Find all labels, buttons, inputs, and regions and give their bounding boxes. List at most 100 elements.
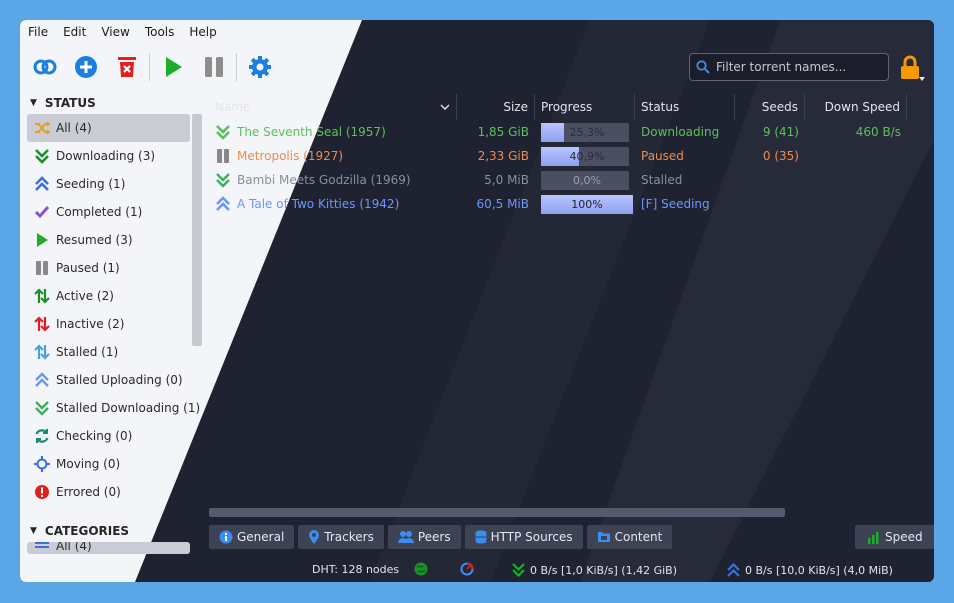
plus-circle-icon (75, 56, 97, 78)
menu-edit[interactable]: Edit (63, 25, 95, 39)
pause-icon (215, 148, 231, 164)
peers-icon (397, 530, 414, 544)
cell-name: Metropolis (1927) (209, 144, 457, 168)
seeding-icon (34, 176, 50, 192)
column-header-size[interactable]: Size (457, 94, 535, 120)
sidebar-item-label: Paused (1) (56, 261, 120, 275)
categories-section-title: CATEGORIES (44, 524, 130, 538)
cell-size: 5,0 MiB (484, 173, 529, 187)
location-pin-icon (308, 530, 320, 544)
column-header-name[interactable]: Name (209, 94, 457, 120)
sidebar-item-label: Completed (1) (56, 205, 143, 219)
status-section-header[interactable]: ▼ STATUS (20, 92, 206, 114)
cell-name: The Seventh Seal (1957) (209, 120, 457, 144)
sidebar-item-inactive[interactable]: Inactive (2) (20, 310, 206, 338)
category-item-all[interactable]: All (4) (27, 542, 190, 554)
tab-speed[interactable]: Speed (855, 525, 934, 549)
column-header-status[interactable]: Status (635, 94, 735, 120)
sidebar-item-label: Inactive (2) (56, 317, 125, 331)
sidebar-item-checking[interactable]: Checking (0) (20, 422, 206, 450)
table-row[interactable]: The Seventh Seal (1957) 1,85 GiB 25,3% D… (209, 120, 929, 144)
upload-arrow-icon (727, 563, 740, 577)
cell-size: 1,85 GiB (477, 125, 529, 139)
table-horizontal-scrollbar[interactable] (209, 508, 785, 517)
toolbar-separator (236, 53, 237, 81)
cell-progress: 0,0% (535, 168, 635, 192)
upload-speed: 0 B/s [10,0 KiB/s] (4,0 MiB) (727, 563, 893, 577)
column-header-down-speed[interactable]: Down Speed (805, 94, 907, 120)
sidebar-item-stalled-uploading[interactable]: Stalled Uploading (0) (20, 366, 206, 394)
sidebar-item-label: All (4) (56, 121, 92, 135)
menu-bar: File Edit View Tools Help (20, 20, 232, 44)
sidebar-item-stalled[interactable]: Stalled (1) (20, 338, 206, 366)
tab-peers[interactable]: Peers (387, 525, 461, 549)
table-row[interactable]: Metropolis (1927) 2,33 GiB 40,9% Paused … (209, 144, 929, 168)
progress-bar: 100% (541, 194, 633, 214)
cell-down-speed (805, 168, 907, 192)
download-speed: 0 B/s [1,0 KiB/s] (1,42 GiB) (512, 563, 677, 577)
delete-button[interactable] (110, 50, 144, 84)
toolbar (28, 50, 284, 84)
downloading-icon (34, 148, 50, 164)
cell-status: Stalled (641, 173, 683, 187)
add-torrent-button[interactable] (69, 50, 103, 84)
sidebar-item-moving[interactable]: Moving (0) (20, 450, 206, 478)
add-link-button[interactable] (28, 50, 62, 84)
sidebar-item-all[interactable]: All (4) (27, 114, 190, 142)
seeding-icon (215, 196, 231, 212)
torrent-name: Bambi Meets Godzilla (1969) (237, 173, 411, 187)
active-icon (34, 288, 50, 304)
sidebar-item-label: Active (2) (56, 289, 114, 303)
options-button[interactable] (243, 50, 277, 84)
tab-http-sources[interactable]: HTTP Sources (464, 525, 583, 549)
stalled-downloading-icon (34, 400, 50, 416)
torrent-table: Name Size Progress Status Seeds Down Spe… (209, 94, 929, 518)
lock-button[interactable] (898, 54, 926, 85)
sidebar-item-seeding[interactable]: Seeding (1) (20, 170, 206, 198)
torrent-name: A Tale of Two Kitties (1942) (237, 197, 400, 211)
cell-progress: 25,3% (535, 120, 635, 144)
folder-icon (597, 530, 611, 544)
sidebar: ▼ STATUS All (4) Downloading (3) Seeding… (20, 92, 206, 582)
cell-progress: 100% (535, 192, 635, 216)
table-header: Name Size Progress Status Seeds Down Spe… (209, 94, 929, 120)
progress-text: 25,3% (569, 125, 605, 139)
sidebar-item-stalled-downloading[interactable]: Stalled Downloading (1) (20, 394, 206, 422)
resume-button[interactable] (156, 50, 190, 84)
column-header-seeds[interactable]: Seeds (735, 94, 805, 120)
sidebar-item-paused[interactable]: Paused (1) (20, 254, 206, 282)
menu-view[interactable]: View (101, 25, 138, 39)
alt-speed-icon[interactable] (460, 562, 474, 576)
detail-tabs: General Trackers Peers HTTP Sources Cont… (209, 525, 676, 549)
sidebar-item-errored[interactable]: Errored (0) (20, 478, 206, 506)
stalled-icon (34, 344, 50, 360)
cell-status: Downloading (641, 125, 720, 139)
tab-general[interactable]: General (209, 525, 295, 549)
table-row[interactable]: A Tale of Two Kitties (1942) 60,5 MiB 10… (209, 192, 929, 216)
sidebar-item-label: Errored (0) (56, 485, 121, 499)
connection-status-icon[interactable] (414, 562, 428, 576)
sidebar-item-label: Resumed (3) (56, 233, 133, 247)
sidebar-item-resumed[interactable]: Resumed (3) (20, 226, 206, 254)
table-body: The Seventh Seal (1957) 1,85 GiB 25,3% D… (209, 120, 929, 216)
sidebar-item-completed[interactable]: Completed (1) (20, 198, 206, 226)
status-bar: DHT: 128 nodes 0 B/s [1,0 KiB/s] (1,42 G… (20, 558, 934, 582)
sidebar-item-label: Seeding (1) (56, 177, 126, 191)
menu-file[interactable]: File (28, 25, 57, 39)
menu-tools[interactable]: Tools (145, 25, 184, 39)
sidebar-item-label: Stalled Uploading (0) (56, 373, 183, 387)
link-icon (33, 59, 57, 75)
menu-help[interactable]: Help (189, 25, 225, 39)
table-row[interactable]: Bambi Meets Godzilla (1969) 5,0 MiB 0,0%… (209, 168, 929, 192)
sidebar-item-active[interactable]: Active (2) (20, 282, 206, 310)
tab-trackers[interactable]: Trackers (298, 525, 384, 549)
sidebar-item-downloading[interactable]: Downloading (3) (20, 142, 206, 170)
pause-button[interactable] (197, 50, 231, 84)
column-header-progress[interactable]: Progress (535, 94, 635, 120)
tab-content[interactable]: Content (586, 525, 673, 549)
search-input[interactable] (716, 60, 881, 74)
cell-status: Paused (641, 149, 684, 163)
search-box[interactable] (689, 53, 889, 81)
categories-section-header[interactable]: ▼ CATEGORIES (20, 520, 206, 542)
cell-seeds (735, 192, 805, 216)
